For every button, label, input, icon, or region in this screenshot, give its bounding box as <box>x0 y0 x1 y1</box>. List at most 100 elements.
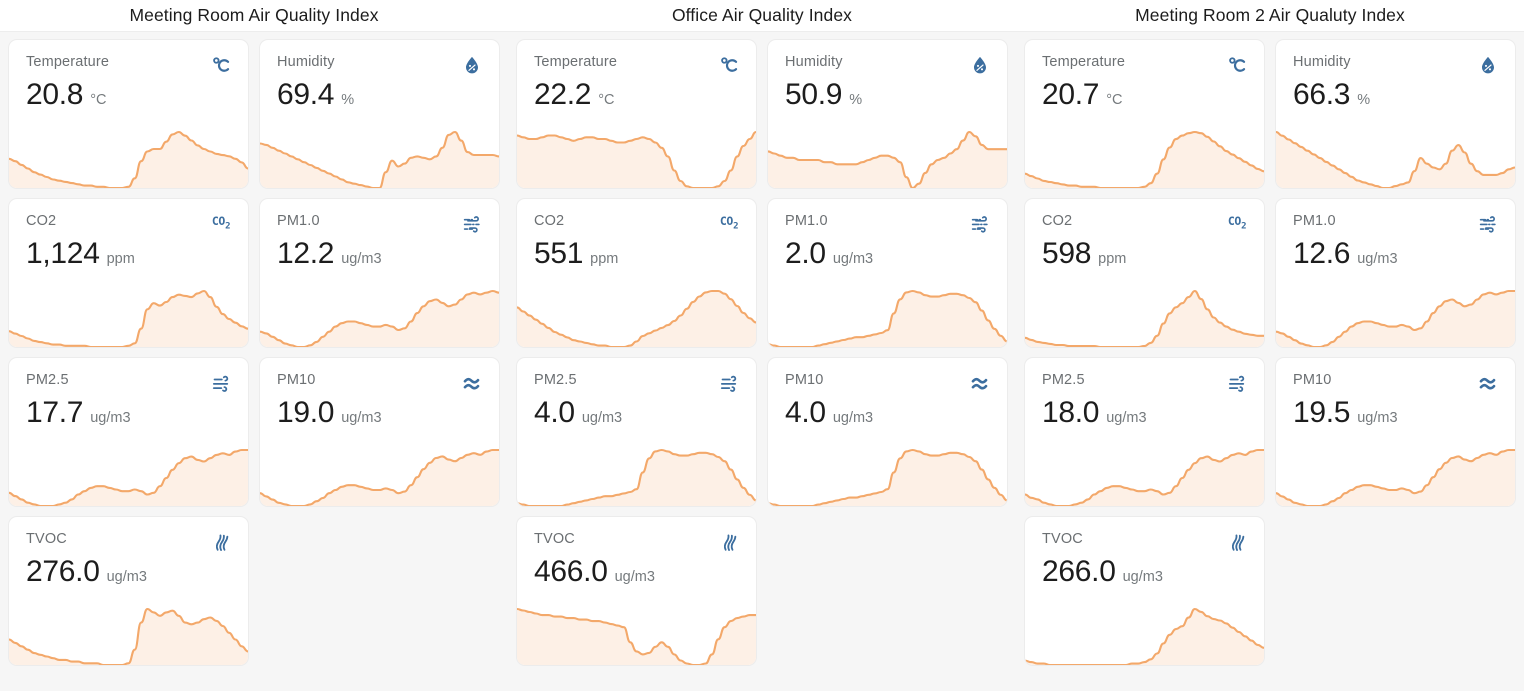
card-header: CO2 CO2 <box>517 199 756 235</box>
sparkline-chart <box>1025 444 1264 506</box>
card-value: 551 <box>534 237 584 270</box>
metric-card[interactable]: TVOC 266.0 ug/m3 <box>1024 516 1265 666</box>
card-label: PM1.0 <box>1293 213 1336 229</box>
metric-card[interactable]: Humidity 50.9% <box>767 39 1008 189</box>
card-value: 1,124 <box>26 237 100 270</box>
metric-card[interactable]: PM2.5 17.7 ug/m3 <box>8 357 249 507</box>
metric-card[interactable]: CO2 CO2 1,124 ppm <box>8 198 249 348</box>
card-value: 20.7 <box>1042 78 1100 111</box>
card-unit: ug/m3 <box>1357 410 1398 426</box>
sparkline-chart <box>768 285 1007 347</box>
metric-card[interactable]: Humidity 66.3% <box>1275 39 1516 189</box>
card-unit: ppm <box>590 251 619 267</box>
metric-card[interactable]: PM10 19.5 ug/m3 <box>1275 357 1516 507</box>
metric-card[interactable]: CO2 CO2 598 ppm <box>1024 198 1265 348</box>
pm1-icon <box>969 213 991 235</box>
card-value: 66.3 <box>1293 78 1351 111</box>
sparkline-chart <box>9 126 248 188</box>
card-label: Temperature <box>534 54 618 70</box>
card-value: 12.6 <box>1293 237 1351 270</box>
card-label: PM10 <box>1293 372 1332 388</box>
metric-card[interactable]: Temperature 20.8 °C <box>8 39 249 189</box>
metric-card[interactable]: PM10 4.0 ug/m3 <box>767 357 1008 507</box>
metric-card[interactable]: Temperature 22.2 °C <box>516 39 757 189</box>
pm10-icon <box>461 372 483 394</box>
card-header: PM1.0 <box>1276 199 1515 235</box>
tvoc-icon <box>1226 531 1248 553</box>
pm25-icon <box>1226 372 1248 394</box>
metric-card[interactable]: PM1.0 12.6 ug/m3 <box>1275 198 1516 348</box>
card-unit: ppm <box>106 251 135 267</box>
card-value-row: 19.0 ug/m3 <box>260 394 499 431</box>
co2-glyph: CO2 <box>211 214 231 232</box>
card-unit: ppm <box>1098 251 1127 267</box>
air-quality-dashboard: Meeting Room Air Quality Index Office Ai… <box>0 0 1524 691</box>
card-header: Temperature <box>9 40 248 76</box>
panel-title-3: Meeting Room 2 Air Qualuty Index <box>1135 5 1405 25</box>
sparkline-chart <box>9 603 248 665</box>
sparkline-chart <box>260 285 499 347</box>
card-unit: ug/m3 <box>1106 410 1147 426</box>
card-label: PM10 <box>785 372 824 388</box>
card-label: PM1.0 <box>785 213 828 229</box>
metric-card[interactable]: PM1.0 12.2 ug/m3 <box>259 198 500 348</box>
celsius-icon <box>210 54 232 76</box>
metric-card[interactable]: PM2.5 4.0 ug/m3 <box>516 357 757 507</box>
card-unit: ug/m3 <box>832 410 874 426</box>
card-label: Humidity <box>785 54 843 70</box>
card-label: PM2.5 <box>1042 372 1085 388</box>
card-value-row: 66.3% <box>1276 76 1515 113</box>
card-header: TVOC <box>9 517 248 553</box>
card-value-row: 50.9% <box>768 76 1007 113</box>
metric-card[interactable]: PM1.0 2.0 ug/m3 <box>767 198 1008 348</box>
humidity-icon <box>1477 54 1499 76</box>
card-value-row: 2.0 ug/m3 <box>768 235 1007 272</box>
metric-card[interactable]: PM10 19.0 ug/m3 <box>259 357 500 507</box>
pm25-icon <box>210 372 232 394</box>
tvoc-icon <box>210 531 232 553</box>
card-unit: ug/m3 <box>90 410 131 426</box>
card-label: PM1.0 <box>277 213 320 229</box>
sparkline-chart <box>517 603 756 665</box>
card-header: PM1.0 <box>260 199 499 235</box>
card-unit: ug/m3 <box>341 251 382 267</box>
card-value-row: 69.4% <box>260 76 499 113</box>
sparkline-chart <box>1276 126 1515 188</box>
card-label: TVOC <box>534 531 575 547</box>
sparkline-chart <box>1276 285 1515 347</box>
card-label: Temperature <box>26 54 110 70</box>
card-value: 20.8 <box>26 78 84 111</box>
card-value: 4.0 <box>785 396 826 429</box>
card-value: 18.0 <box>1042 396 1100 429</box>
card-value-row: 18.0 ug/m3 <box>1025 394 1264 431</box>
card-value: 12.2 <box>277 237 335 270</box>
pm10-icon <box>1477 372 1499 394</box>
sparkline-chart <box>768 126 1007 188</box>
celsius-icon <box>1226 54 1248 76</box>
pm1-icon <box>1477 213 1499 235</box>
metric-card[interactable]: PM2.5 18.0 ug/m3 <box>1024 357 1265 507</box>
card-value-row: 17.7 ug/m3 <box>9 394 248 431</box>
dashboard-boards: Temperature 20.8 °C Humidity 69.4% CO2 CO2… <box>0 31 1524 691</box>
card-header: CO2 CO2 <box>9 199 248 235</box>
metric-card[interactable]: Humidity 69.4% <box>259 39 500 189</box>
card-label: TVOC <box>26 531 67 547</box>
card-value: 19.5 <box>1293 396 1351 429</box>
co2-icon: CO2 <box>1226 213 1248 235</box>
sparkline-chart <box>768 444 1007 506</box>
card-value: 276.0 <box>26 555 100 588</box>
card-unit: ug/m3 <box>106 569 147 585</box>
card-header: PM10 <box>768 358 1007 394</box>
metric-card[interactable]: CO2 CO2 551 ppm <box>516 198 757 348</box>
card-unit: % <box>849 92 863 108</box>
metric-card[interactable]: Temperature 20.7 °C <box>1024 39 1265 189</box>
card-header: Humidity <box>260 40 499 76</box>
card-value-row: 19.5 ug/m3 <box>1276 394 1515 431</box>
card-value: 2.0 <box>785 237 826 270</box>
metric-card[interactable]: TVOC 466.0 ug/m3 <box>516 516 757 666</box>
card-value-row: 4.0 ug/m3 <box>517 394 756 431</box>
metric-card[interactable]: TVOC 276.0 ug/m3 <box>8 516 249 666</box>
card-unit: ug/m3 <box>832 251 874 267</box>
card-label: TVOC <box>1042 531 1083 547</box>
sparkline-chart <box>517 444 756 506</box>
